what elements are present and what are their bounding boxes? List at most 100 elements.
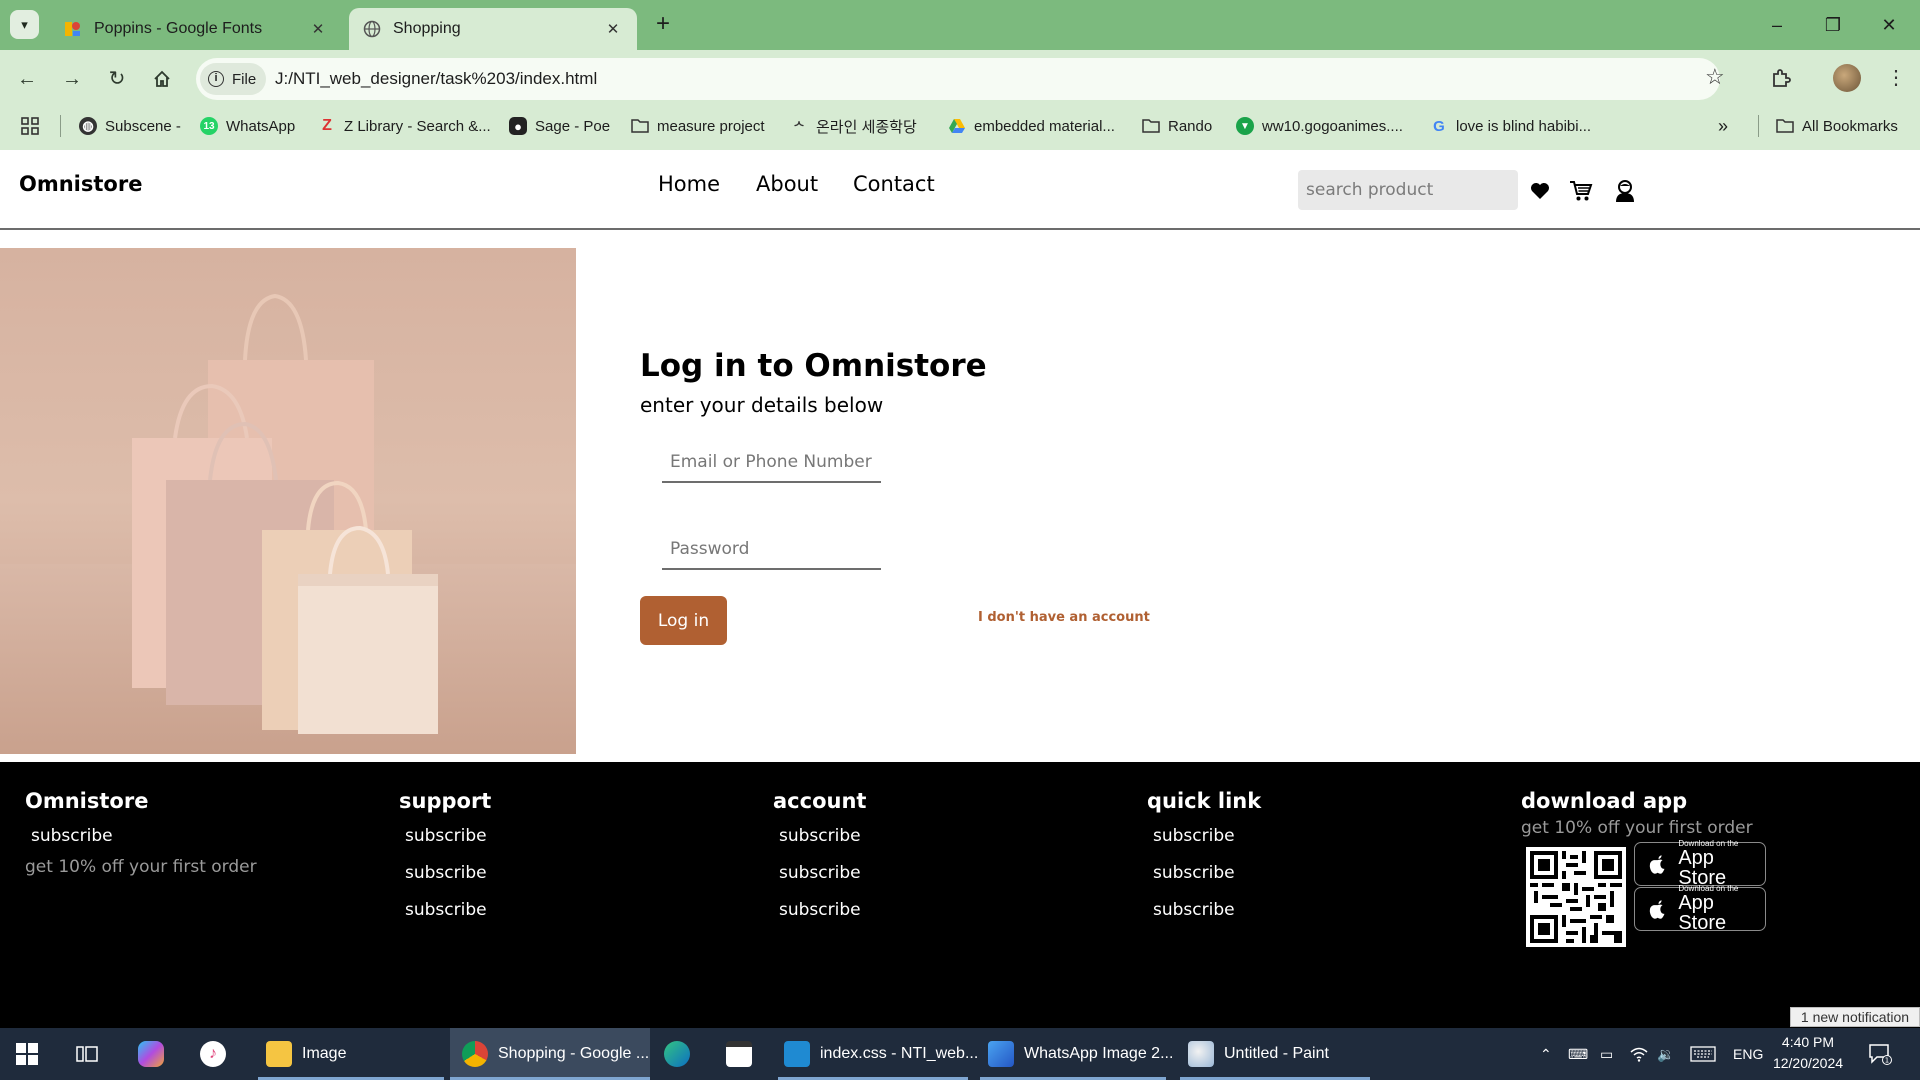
notification-center-icon[interactable]: 1 [1868, 1028, 1892, 1080]
footer-link-subscribe[interactable]: subscribe [405, 826, 487, 846]
nav-home[interactable]: Home [658, 172, 720, 196]
footer-link-subscribe[interactable]: subscribe [405, 863, 487, 883]
all-bookmarks-folder[interactable]: All Bookmarks [1776, 114, 1898, 138]
bookmark-whatsapp[interactable]: 13 WhatsApp [200, 114, 295, 138]
taskbar-app-vscode[interactable]: index.css - NTI_web... [778, 1028, 978, 1080]
footer-link-subscribe[interactable]: subscribe [1153, 900, 1235, 920]
taskbar-app-paint[interactable]: Untitled - Paint [1180, 1028, 1370, 1080]
user-icon[interactable] [1610, 176, 1640, 206]
tab-google-fonts[interactable]: Poppins - Google Fonts ✕ [50, 8, 342, 50]
extensions-puzzle-icon[interactable] [1765, 62, 1797, 94]
calendar-app-icon[interactable] [726, 1028, 756, 1080]
bookmark-drive[interactable]: embedded material... [948, 114, 1115, 138]
password-field[interactable] [662, 530, 881, 570]
login-subtitle: enter your details below [640, 393, 884, 417]
bookmark-label: embedded material... [974, 117, 1115, 135]
taskbar-app-label: index.css - NTI_web... [820, 1045, 979, 1062]
taskbar-app-photos[interactable]: WhatsApp Image 2... [980, 1028, 1173, 1080]
gogoanime-icon: ▼ [1236, 117, 1254, 135]
nav-about[interactable]: About [756, 172, 818, 196]
taskbar-app-image[interactable]: Image [258, 1028, 444, 1080]
folder-icon [1142, 117, 1160, 135]
bookmark-label: Subscene - [105, 117, 181, 135]
home-icon[interactable] [147, 64, 177, 94]
menu-dots-icon[interactable]: ⋮ [1880, 62, 1912, 94]
footer-heading-omnistore: Omnistore [25, 789, 149, 813]
tab-shopping[interactable]: Shopping ✕ [349, 8, 637, 50]
apps-grid-icon[interactable] [20, 114, 40, 138]
footer-heading-support: support [399, 789, 492, 813]
close-icon[interactable]: ✕ [308, 19, 328, 39]
profile-avatar[interactable] [1833, 64, 1861, 92]
copilot-icon[interactable] [138, 1028, 168, 1080]
taskbar-clock[interactable]: 4:40 PM 12/20/2024 [1768, 1032, 1848, 1074]
footer-link-subscribe[interactable]: subscribe [405, 900, 487, 920]
battery-icon[interactable]: ▭ [1600, 1028, 1613, 1080]
nav-contact[interactable]: Contact [853, 172, 935, 196]
bookmark-google-search[interactable]: G love is blind habibi... [1430, 114, 1591, 138]
footer-link-subscribe[interactable]: subscribe [1153, 863, 1235, 883]
url-text[interactable]: J:/NTI_web_designer/task%203/index.html [275, 69, 597, 89]
bookmark-zlibrary[interactable]: Z Z Library - Search &... [318, 114, 491, 138]
site-info-chip[interactable]: i File [200, 63, 267, 95]
footer-link-subscribe[interactable]: subscribe [779, 863, 861, 883]
paint-icon [1188, 1041, 1214, 1067]
edge-icon[interactable] [664, 1028, 694, 1080]
back-arrow-icon[interactable]: ← [12, 64, 42, 94]
taskbar-app-chrome[interactable]: Shopping - Google ... [450, 1028, 650, 1080]
bookmark-poe[interactable]: ● Sage - Poe [509, 114, 610, 138]
bookmarks-divider [1758, 115, 1759, 137]
footer-link-subscribe[interactable]: subscribe [779, 900, 861, 920]
bookmark-folder-rando[interactable]: Rando [1142, 114, 1212, 138]
close-window-icon[interactable]: ✕ [1874, 10, 1904, 40]
no-account-link[interactable]: I don't have an account [978, 610, 1150, 625]
heart-icon[interactable] [1525, 176, 1555, 206]
windows-start-icon[interactable] [16, 1028, 46, 1080]
bookmark-sejong[interactable]: ᄉ 온라인 세종학당 [790, 114, 916, 138]
minimize-icon[interactable]: – [1762, 10, 1792, 40]
footer-link-subscribe[interactable]: subscribe [31, 826, 113, 846]
reload-icon[interactable]: ↻ [102, 64, 132, 94]
close-icon[interactable]: ✕ [603, 19, 623, 39]
cart-icon[interactable] [1566, 176, 1596, 206]
bookmark-folder-measure[interactable]: measure project [631, 114, 765, 138]
login-button[interactable]: Log in [640, 596, 727, 645]
footer-link-subscribe[interactable]: subscribe [779, 826, 861, 846]
bookmark-label: All Bookmarks [1802, 117, 1898, 135]
site-logo[interactable]: Omnistore [19, 172, 142, 196]
notification-toast[interactable]: 1 new notification [1790, 1007, 1920, 1027]
search-input[interactable] [1298, 170, 1518, 210]
bookmark-subscene[interactable]: ◍ Subscene - [79, 114, 181, 138]
globe-icon: ◍ [79, 117, 97, 135]
input-method-icon[interactable]: ⌨ [1568, 1028, 1588, 1080]
app-store-label: App Store [1678, 892, 1727, 934]
show-hidden-icons-chevron-icon[interactable]: ⌃ [1540, 1028, 1552, 1080]
chrome-icon [462, 1041, 488, 1067]
svg-text:1: 1 [1885, 1057, 1889, 1065]
qr-code [1526, 847, 1626, 947]
bookmark-label: Z Library - Search &... [344, 117, 491, 135]
login-title: Log in to Omnistore [640, 348, 987, 384]
poe-icon: ● [509, 117, 527, 135]
wifi-icon[interactable] [1630, 1028, 1648, 1080]
app-store-button[interactable]: Download on the App Store [1634, 885, 1766, 934]
sejong-icon: ᄉ [793, 119, 805, 134]
footer-promo-text: get 10% off your first order [25, 857, 257, 877]
tab-search-button[interactable]: ▾ [10, 10, 39, 39]
forward-arrow-icon[interactable]: → [57, 64, 87, 94]
bookmark-label: love is blind habibi... [1456, 117, 1592, 135]
more-bookmarks-chevron-icon[interactable]: » [1718, 114, 1728, 138]
bookmark-gogoanime[interactable]: ▼ ww10.gogoanimes.... [1236, 114, 1403, 138]
footer-link-subscribe[interactable]: subscribe [1153, 826, 1235, 846]
volume-icon[interactable]: 🔉 [1657, 1028, 1674, 1080]
apple-icon [1649, 855, 1665, 874]
bookmark-star-icon[interactable]: ☆ [1705, 64, 1725, 90]
music-app-icon[interactable]: ♪ [200, 1028, 230, 1080]
task-view-icon[interactable] [76, 1028, 106, 1080]
app-store-button[interactable]: Download on the App Store [1634, 840, 1766, 888]
new-tab-plus-icon[interactable]: + [650, 12, 676, 38]
language-indicator[interactable]: ENG [1733, 1028, 1763, 1080]
email-field[interactable] [662, 443, 881, 483]
keyboard-icon[interactable] [1690, 1028, 1716, 1080]
restore-icon[interactable]: ❐ [1818, 10, 1848, 40]
